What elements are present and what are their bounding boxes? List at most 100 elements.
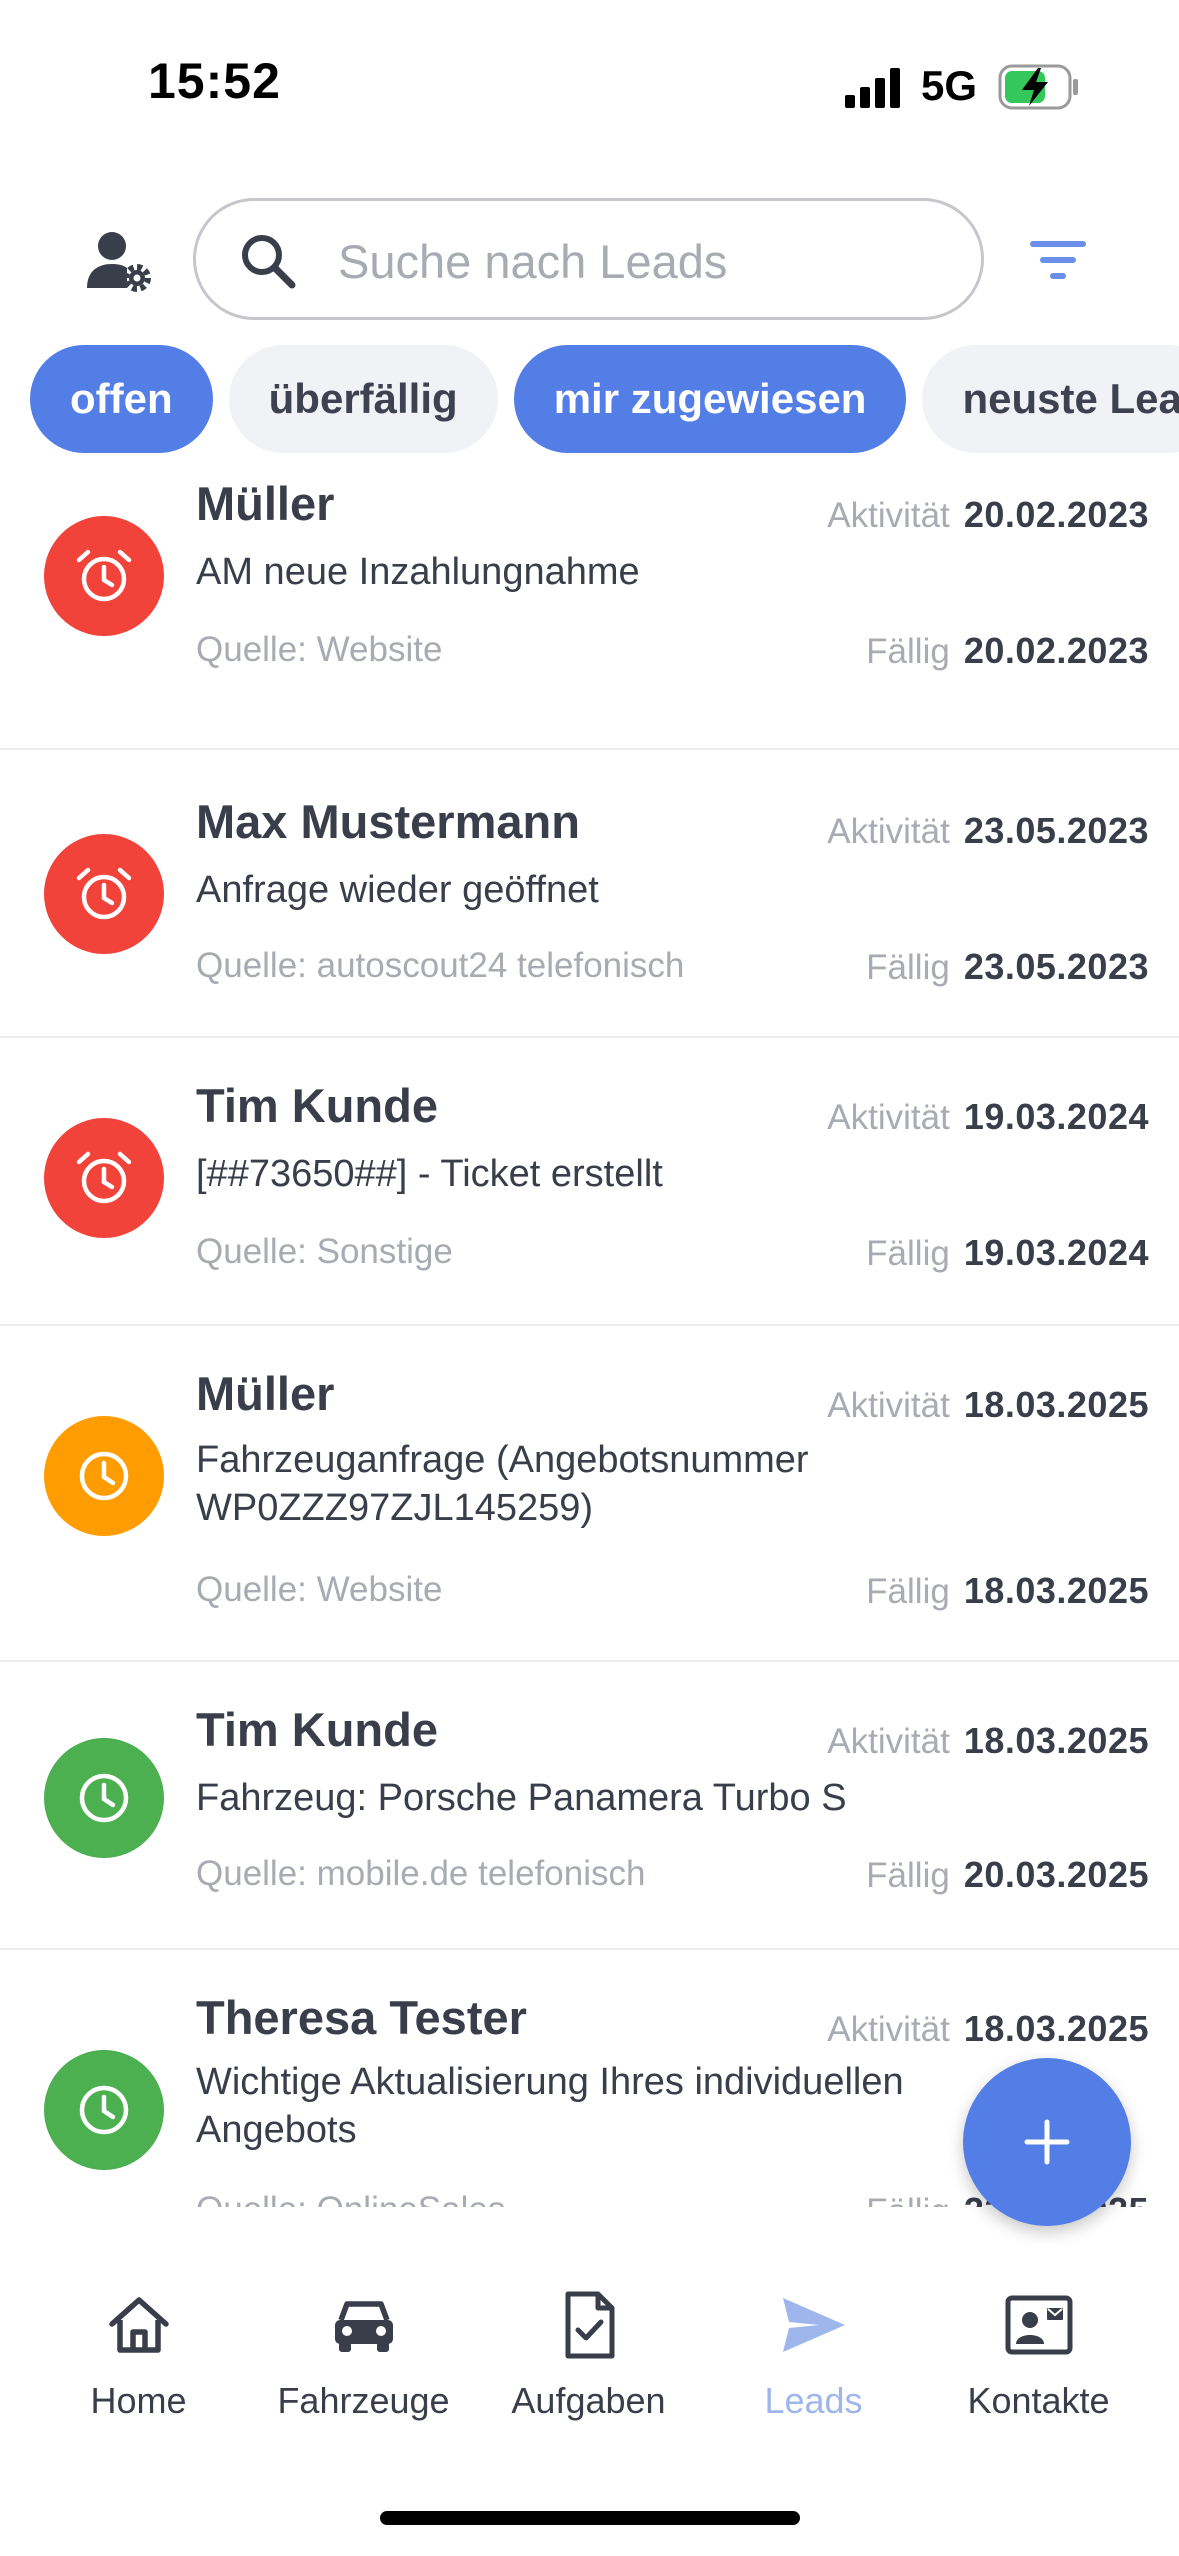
lead-source: Quelle: autoscout24 telefonisch bbox=[196, 946, 685, 985]
activity-label: Aktivität bbox=[827, 812, 950, 851]
activity-label: Aktivität bbox=[827, 2010, 950, 2049]
lead-name: Max Mustermann bbox=[196, 795, 580, 848]
lead-row[interactable]: Müller AM neue Inzahlungnahme Quelle: We… bbox=[0, 462, 1179, 750]
tab-label: Leads bbox=[764, 2380, 863, 2421]
clock-icon bbox=[79, 1451, 129, 1501]
chip-mir-zugewiesen[interactable]: mir zugewiesen bbox=[513, 345, 907, 453]
due-date: 19.03.2024 bbox=[963, 1232, 1149, 1273]
lead-subject: Anfrage wieder geöffnet bbox=[196, 869, 599, 911]
due-label: Fällig bbox=[866, 2192, 950, 2207]
leads-list: Müller AM neue Inzahlungnahme Quelle: We… bbox=[0, 462, 1179, 2207]
lead-subject: [##73650##] - Ticket erstellt bbox=[196, 1153, 663, 1195]
activity-label: Aktivität bbox=[827, 496, 950, 535]
activity-date: 19.03.2024 bbox=[963, 1096, 1149, 1137]
lead-name: Tim Kunde bbox=[196, 1703, 438, 1756]
activity-label: Aktivität bbox=[827, 1386, 950, 1425]
due-label: Fällig bbox=[866, 948, 950, 987]
lead-activity: Aktivität 18.03.2025 bbox=[827, 2008, 1149, 2050]
lead-status-avatar bbox=[44, 1118, 164, 1238]
lead-activity: Aktivität 23.05.2023 bbox=[827, 810, 1149, 852]
lead-due: Fällig 18.03.2025 bbox=[866, 1570, 1149, 1612]
due-label: Fällig bbox=[866, 1572, 950, 1611]
lead-due: Fällig 23.05.2023 bbox=[866, 946, 1149, 988]
lead-name: Theresa Tester bbox=[196, 1991, 527, 2044]
lead-activity: Aktivität 19.03.2024 bbox=[827, 1096, 1149, 1138]
home-indicator bbox=[380, 2511, 800, 2525]
home-icon bbox=[108, 2297, 169, 2353]
alarm-clock-icon bbox=[76, 1151, 132, 1204]
lead-row[interactable]: Tim Kunde [##73650##] - Ticket erstellt … bbox=[0, 1038, 1179, 1326]
activity-date: 18.03.2025 bbox=[963, 2008, 1149, 2049]
activity-label: Aktivität bbox=[827, 1098, 950, 1137]
lead-activity: Aktivität 20.02.2023 bbox=[827, 494, 1149, 536]
network-type: 5G bbox=[921, 62, 978, 109]
due-label: Fällig bbox=[866, 632, 950, 671]
lead-row[interactable]: Max Mustermann Anfrage wieder geöffnet Q… bbox=[0, 750, 1179, 1038]
search-input[interactable] bbox=[336, 225, 940, 297]
lead-row[interactable]: Tim Kunde Fahrzeug: Porsche Panamera Tur… bbox=[0, 1662, 1179, 1950]
status-time: 15:52 bbox=[148, 53, 281, 109]
lead-subject: Fahrzeuganfrage (Angebotsnummer WP0ZZZ97… bbox=[196, 1439, 809, 1529]
lead-due: Fällig 19.03.2024 bbox=[866, 1232, 1149, 1274]
lead-name: Müller bbox=[196, 1367, 335, 1420]
battery-charging-icon bbox=[998, 64, 1078, 110]
lead-row[interactable]: Müller Fahrzeuganfrage (Angebotsnummer W… bbox=[0, 1326, 1179, 1662]
tab-label: Kontakte bbox=[967, 2380, 1110, 2421]
tab-fahrzeuge[interactable]: Fahrzeuge bbox=[251, 2290, 476, 2440]
tab-aufgaben[interactable]: Aufgaben bbox=[476, 2290, 701, 2440]
tab-label: Fahrzeuge bbox=[277, 2380, 450, 2421]
task-icon bbox=[565, 2291, 614, 2359]
chip-offen[interactable]: offen bbox=[30, 345, 213, 453]
send-icon bbox=[782, 2298, 845, 2352]
lead-source: Quelle: Website bbox=[196, 630, 443, 669]
lead-source: Quelle: Sonstige bbox=[196, 1232, 453, 1271]
due-date: 20.02.2023 bbox=[963, 630, 1149, 671]
add-lead-button[interactable] bbox=[963, 2058, 1131, 2226]
clock-icon bbox=[79, 1773, 129, 1823]
lead-due: Fällig 20.03.2025 bbox=[866, 1854, 1149, 1896]
tab-label: Aufgaben bbox=[511, 2380, 666, 2421]
alarm-clock-icon bbox=[76, 867, 132, 920]
activity-date: 18.03.2025 bbox=[963, 1384, 1149, 1425]
lead-name: Tim Kunde bbox=[196, 1079, 438, 1132]
tab-kontakte[interactable]: Kontakte bbox=[926, 2290, 1151, 2440]
search-icon bbox=[242, 235, 296, 289]
activity-date: 18.03.2025 bbox=[963, 1720, 1149, 1761]
lead-status-avatar bbox=[44, 834, 164, 954]
car-icon bbox=[334, 2301, 393, 2352]
lead-subject: AM neue Inzahlungnahme bbox=[196, 551, 640, 593]
user-settings-icon[interactable] bbox=[85, 228, 155, 298]
tab-home[interactable]: Home bbox=[26, 2290, 251, 2440]
lead-status-avatar bbox=[44, 2050, 164, 2170]
activity-date: 23.05.2023 bbox=[963, 810, 1149, 851]
lead-subject: Wichtige Aktualisierung Ihres individuel… bbox=[196, 2061, 904, 2151]
lead-source: Quelle: OnlineSales bbox=[196, 2190, 505, 2207]
tab-leads[interactable]: Leads bbox=[701, 2290, 926, 2440]
lead-activity: Aktivität 18.03.2025 bbox=[827, 1720, 1149, 1762]
signal-icon bbox=[845, 68, 900, 108]
activity-label: Aktivität bbox=[827, 1722, 950, 1761]
due-date: 18.03.2025 bbox=[963, 1570, 1149, 1611]
lead-due: Fällig 20.02.2023 bbox=[866, 630, 1149, 672]
lead-subject: Fahrzeug: Porsche Panamera Turbo S bbox=[196, 1777, 847, 1819]
contact-card-icon bbox=[1005, 2295, 1072, 2355]
lead-status-avatar bbox=[44, 1738, 164, 1858]
due-label: Fällig bbox=[866, 1856, 950, 1895]
chip-neuste-leads[interactable]: neuste Lea bbox=[922, 345, 1179, 453]
lead-name: Müller bbox=[196, 477, 335, 530]
lead-source: Quelle: Website bbox=[196, 1570, 443, 1609]
plus-icon bbox=[1024, 2119, 1070, 2165]
search-bar[interactable] bbox=[193, 198, 984, 320]
due-label: Fällig bbox=[866, 1234, 950, 1273]
lead-status-avatar bbox=[44, 1416, 164, 1536]
clock-icon bbox=[79, 2085, 129, 2135]
lead-status-avatar bbox=[44, 516, 164, 636]
activity-date: 20.02.2023 bbox=[963, 494, 1149, 535]
filter-chips: offen überfällig mir zugewiesen neuste L… bbox=[30, 345, 1179, 453]
filter-icon[interactable] bbox=[1028, 235, 1088, 285]
status-bar: 15:52 5G bbox=[0, 0, 1179, 170]
alarm-clock-icon bbox=[76, 549, 132, 602]
chip-ueberfaellig[interactable]: überfällig bbox=[228, 345, 498, 453]
tab-label: Home bbox=[90, 2380, 187, 2421]
due-date: 20.03.2025 bbox=[963, 1854, 1149, 1895]
